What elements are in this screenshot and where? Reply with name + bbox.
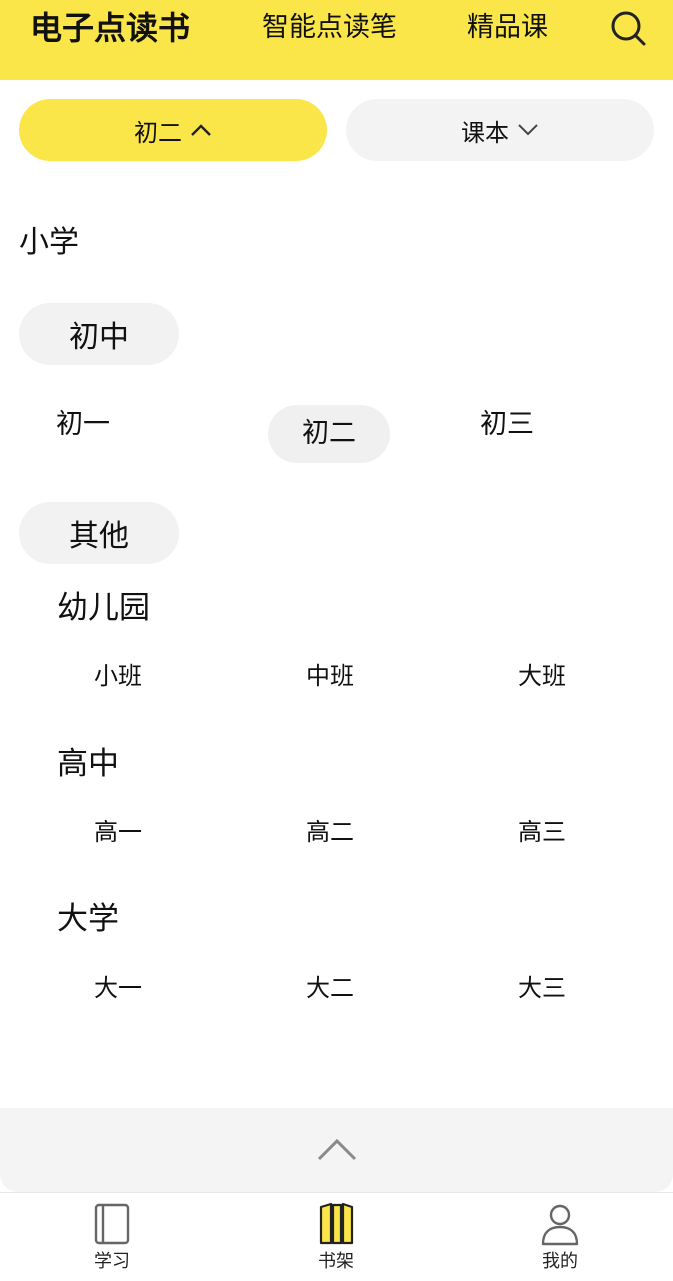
- sub-level-university: 大学: [57, 901, 119, 937]
- person-icon: [541, 1204, 579, 1246]
- nav-mine-label: 我的: [542, 1251, 578, 1272]
- bottom-nav: 学习 书架 我的: [0, 1192, 673, 1281]
- nav-bookshelf[interactable]: 书架: [286, 1201, 386, 1273]
- level-middle-school[interactable]: 初中: [19, 303, 179, 365]
- nav-bookshelf-label: 书架: [318, 1251, 354, 1272]
- chevron-up-icon: [317, 1138, 357, 1161]
- nav-mine[interactable]: 我的: [510, 1201, 610, 1273]
- collapse-dropdown-bar[interactable]: [0, 1108, 673, 1192]
- search-icon[interactable]: [608, 8, 648, 48]
- bookshelf-icon: [319, 1202, 354, 1245]
- high-school-option-1[interactable]: 高一: [94, 816, 142, 848]
- sub-level-kindergarten: 幼儿园: [57, 590, 150, 626]
- grade-option-2-selected[interactable]: 初二: [268, 405, 390, 463]
- grade-filter-button[interactable]: 初二: [19, 99, 327, 161]
- chevron-up-icon: [191, 124, 211, 136]
- top-header: 电子点读书 智能点读笔 精品课: [0, 0, 673, 80]
- grade-option-3[interactable]: 初三: [480, 407, 534, 443]
- level-other[interactable]: 其他: [19, 502, 179, 564]
- university-option-1[interactable]: 大一: [94, 972, 142, 1004]
- university-option-3[interactable]: 大三: [518, 972, 566, 1004]
- kindergarten-option-small[interactable]: 小班: [94, 660, 142, 692]
- kindergarten-option-large[interactable]: 大班: [518, 660, 566, 692]
- high-school-option-2[interactable]: 高二: [306, 816, 354, 848]
- grade-option-1[interactable]: 初一: [56, 407, 110, 443]
- grade-filter-label: 初二: [134, 118, 182, 147]
- sub-level-high-school: 高中: [57, 746, 119, 782]
- level-primary-school[interactable]: 小学: [19, 223, 79, 263]
- type-filter-button[interactable]: 课本: [346, 99, 654, 161]
- kindergarten-option-middle[interactable]: 中班: [306, 660, 354, 692]
- type-filter-label: 课本: [461, 118, 509, 147]
- chevron-down-icon: [518, 124, 538, 136]
- tab-smart-reading-pen[interactable]: 智能点读笔: [262, 8, 397, 48]
- nav-study-label: 学习: [94, 1251, 130, 1272]
- tab-e-reader-books[interactable]: 电子点读书: [30, 8, 190, 48]
- nav-study[interactable]: 学习: [62, 1201, 162, 1273]
- high-school-option-3[interactable]: 高三: [518, 816, 566, 848]
- university-option-2[interactable]: 大二: [306, 972, 354, 1004]
- tab-premium-courses[interactable]: 精品课: [467, 8, 548, 48]
- book-icon: [94, 1203, 130, 1245]
